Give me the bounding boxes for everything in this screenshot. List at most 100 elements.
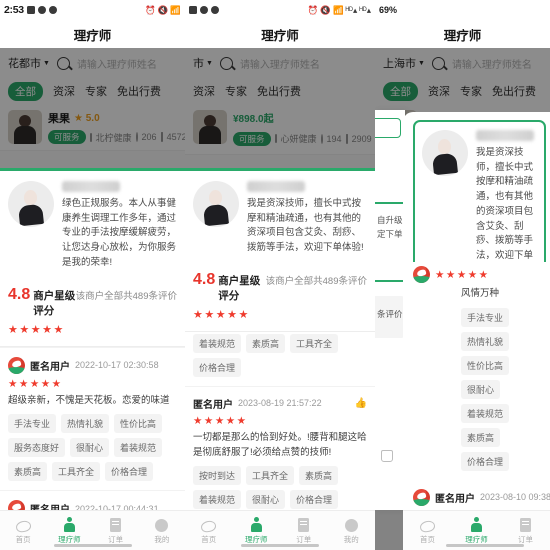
tab-orders[interactable]: 订单 <box>501 517 550 545</box>
thumb-up-icon[interactable] <box>381 450 393 462</box>
filter-senior[interactable]: 资深 <box>428 83 450 99</box>
city-selector[interactable]: 上海市 ▼ <box>383 55 425 71</box>
document-icon <box>298 517 310 532</box>
review-tags: 手法专业 热情礼貌 性价比高 很耐心 着装规范 素质高 价格合理 <box>439 307 546 478</box>
review-tag: 热情礼貌 <box>61 414 110 434</box>
shop-name: 北柠健康 <box>95 132 132 143</box>
score-block: 4.8 商户星级评分 该商户全部共489条评价 ★★★★★ <box>0 278 185 347</box>
hd-signal-icon: ᴴᴰ▴ <box>345 4 358 15</box>
review-tag: 着装规范 <box>193 490 242 510</box>
profile-name-blurred <box>247 181 305 192</box>
profile-name-blurred <box>476 130 534 141</box>
document-icon <box>110 517 122 532</box>
app-icon <box>211 6 219 14</box>
review-tags: 着装规范 素质高 工具齐全 价格合理 <box>193 333 367 384</box>
review-tag: 素质高 <box>8 462 48 482</box>
review-timestamp: 2023-08-10 09:38:14 <box>480 492 550 503</box>
search-input[interactable]: 请输入理疗师姓名 <box>77 56 157 71</box>
review-tag: 按时到达 <box>193 466 242 486</box>
therapist-name-line: ¥898.0起 <box>233 110 367 125</box>
review-sheet-middle: 我是资深技师，擅长中式按摩和精油疏通，也有其他的资深项目包含艾灸、刮痧、拨筋等手… <box>185 168 375 550</box>
filter-free-travel[interactable]: 免出行费 <box>492 83 536 99</box>
review-tag: 性价比高 <box>461 355 510 375</box>
review-timestamp: 2023-08-19 21:57:22 <box>238 398 322 409</box>
status-time: 2:53 <box>4 4 24 16</box>
sliver-text: 定下单 <box>377 229 403 239</box>
wave-icon <box>200 517 218 533</box>
filter-expert[interactable]: 专家 <box>85 83 107 99</box>
review-tags: 手法专业 热情礼貌 性价比高 服务态度好 很耐心 着装规范 素质高 工具齐全 价… <box>8 414 177 488</box>
tab-label: 订单 <box>518 534 533 544</box>
score-value: 4.8 <box>8 285 31 303</box>
tab-orders[interactable]: 订单 <box>93 517 139 545</box>
tab-home[interactable]: 首页 <box>403 517 452 545</box>
avatar <box>413 488 430 506</box>
tab-therapist[interactable]: 理疗师 <box>46 516 92 545</box>
status-bar-left: 69% <box>379 5 397 15</box>
tab-therapist[interactable]: 理疗师 <box>233 516 281 545</box>
sliver-accent-rule <box>375 280 405 282</box>
review-stars: ★★★★★ <box>435 268 490 281</box>
search-row: 花都市 ▼ 请输入理疗师姓名 <box>0 48 185 78</box>
search-icon[interactable] <box>56 56 70 70</box>
search-icon[interactable] <box>431 56 445 70</box>
person-icon <box>63 516 75 532</box>
filter-senior[interactable]: 资深 <box>193 83 215 99</box>
sliver-accent-rule <box>375 202 405 204</box>
status-bar: ⏰ 🔇 📶 ᴴᴰ▴ ᴴᴰ▴ <box>185 0 375 20</box>
filter-all[interactable]: 全部 <box>383 81 418 101</box>
review-tag: 工具齐全 <box>246 466 295 486</box>
thumb-up-icon[interactable]: 👍 <box>355 398 367 409</box>
search-input[interactable]: 请输入理疗师姓名 <box>240 56 320 71</box>
filter-all[interactable]: 全部 <box>8 81 43 101</box>
tab-profile[interactable]: 我的 <box>328 517 376 545</box>
search-icon[interactable] <box>219 56 233 70</box>
filter-expert[interactable]: 专家 <box>225 83 247 99</box>
review-item: 匿名用户 2022-10-17 02:30:58 ★★★★★ 超级亲新，不愧是天… <box>0 346 185 491</box>
review-header: 匿名用户 2023-08-10 09:38:14 <box>413 488 550 506</box>
avatar <box>193 110 227 144</box>
review-tag: 价格合理 <box>290 490 339 510</box>
tab-therapist[interactable]: 理疗师 <box>452 516 501 545</box>
sliver-button[interactable] <box>375 118 401 138</box>
wave-icon <box>419 517 436 533</box>
profile-icon <box>155 517 169 532</box>
filter-free-travel[interactable]: 免出行费 <box>117 83 161 99</box>
phone-panel-right: 69% 理疗师 上海市 ▼ 请输入理疗师姓名 全部 资深 专家 免出行费 自升级… <box>375 0 550 550</box>
review-tag: 性价比高 <box>114 414 163 434</box>
status-bar: 69% <box>375 0 550 20</box>
review-timestamp: 2022-10-17 02:30:58 <box>75 360 159 371</box>
tab-label: 理疗师 <box>465 534 488 544</box>
hd-signal-icon-2: ᴴᴰ▴ <box>359 4 371 15</box>
review-tag: 很耐心 <box>70 438 110 458</box>
avatar <box>413 266 430 283</box>
chevron-down-icon: ▼ <box>418 59 425 67</box>
tab-label: 理疗师 <box>58 534 81 544</box>
shop-icon <box>274 134 277 143</box>
review-header: 匿名用户 2023-08-19 21:57:22 👍 <box>193 396 367 411</box>
filter-senior[interactable]: 资深 <box>53 83 75 99</box>
therapist-row[interactable]: ¥898.0起 可服务 心妍健康 194 2909 立即预约 <box>185 104 375 155</box>
city-selector[interactable]: 市 ▼ <box>193 55 213 71</box>
city-selector[interactable]: 花都市 ▼ <box>8 55 50 71</box>
city-label: 上海市 <box>383 58 416 70</box>
tab-home[interactable]: 首页 <box>0 517 46 545</box>
profile-description: 我是资深技师，擅长中式按摩和精油疏通，也有其他的资深项目包含艾灸、刮痧、拨筋等手… <box>247 198 364 254</box>
review-tag: 着装规范 <box>461 403 510 423</box>
filter-free-travel[interactable]: 免出行费 <box>257 83 301 99</box>
screenshot-root: 2:53 ⏰ 🔇 📶 理疗师 花都市 ▼ 请输入理疗师姓名 全部 资深 专家 免… <box>0 0 550 550</box>
search-input[interactable]: 请输入理疗师姓名 <box>452 56 532 71</box>
filter-expert[interactable]: 专家 <box>460 83 482 99</box>
page-title: 理疗师 <box>0 20 185 48</box>
tab-profile[interactable]: 我的 <box>139 517 185 545</box>
review-stars: ★★★★★ <box>8 377 63 390</box>
profile-text: 我是资深技师，擅长中式按摩和精油疏通，也有其他的资深项目包含艾灸、刮痧、拨筋等手… <box>476 130 537 278</box>
avatar <box>422 130 468 176</box>
therapist-row[interactable]: 果果 ★ 5.0 可服务 北柠健康 206 4572 <box>0 104 185 151</box>
tab-home[interactable]: 首页 <box>185 517 233 545</box>
wave-icon <box>14 517 32 533</box>
status-bar: 2:53 ⏰ 🔇 📶 <box>0 0 185 20</box>
review-item: 着装规范 素质高 工具齐全 价格合理 <box>185 332 375 386</box>
tab-orders[interactable]: 订单 <box>280 517 328 545</box>
review-header: ★★★★★ <box>413 266 546 283</box>
